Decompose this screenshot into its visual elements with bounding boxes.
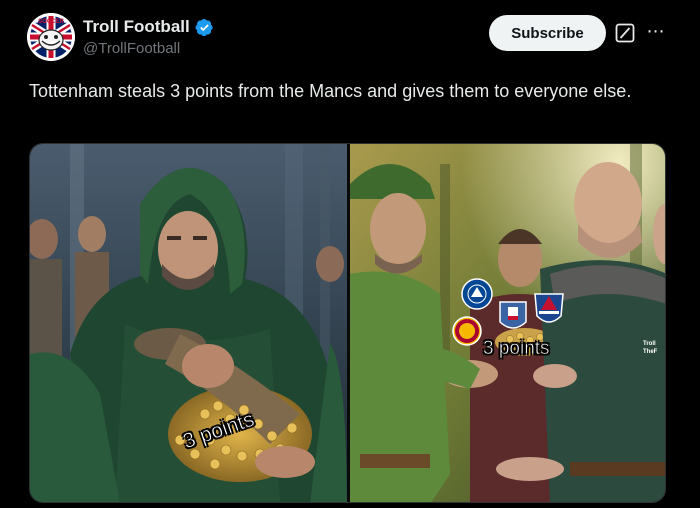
more-options-button[interactable]: ⋯ bbox=[644, 20, 668, 44]
troll-face-union-jack-avatar-icon: SOCCER bbox=[27, 13, 75, 61]
right-caption: 3 points bbox=[483, 338, 550, 360]
meme-image bbox=[30, 144, 665, 502]
tweet-post: SOCCER Troll Football @TrollFootball Sub… bbox=[0, 0, 700, 508]
galatasaray-badge-icon bbox=[452, 316, 482, 346]
author-handle[interactable]: @TrollFootball bbox=[83, 40, 180, 57]
crystal-palace-badge-icon bbox=[534, 293, 564, 323]
author-name-row[interactable]: Troll Football bbox=[83, 17, 214, 37]
chelsea-badge-icon bbox=[461, 278, 493, 310]
ipswich-badge-icon bbox=[499, 301, 527, 329]
avatar[interactable]: SOCCER bbox=[27, 13, 75, 61]
svg-text:SOCCER: SOCCER bbox=[38, 19, 64, 25]
watermark: Troll TheF bbox=[643, 340, 657, 356]
verified-badge-icon bbox=[195, 18, 213, 36]
watermark-line-2: TheF bbox=[643, 349, 658, 355]
right-panel-robin-hood-gives bbox=[350, 144, 665, 502]
grok-icon bbox=[615, 23, 635, 43]
subscribe-button[interactable]: Subscribe bbox=[489, 15, 606, 51]
tweet-media-image[interactable]: 3 points 3 points Troll TheF bbox=[29, 143, 666, 503]
grok-button[interactable] bbox=[614, 22, 636, 44]
more-options-icon: ⋯ bbox=[646, 21, 666, 41]
author-display-name[interactable]: Troll Football bbox=[83, 17, 190, 37]
watermark-line-1: Troll bbox=[643, 341, 656, 347]
tweet-text: Tottenham steals 3 points from the Mancs… bbox=[29, 81, 632, 101]
